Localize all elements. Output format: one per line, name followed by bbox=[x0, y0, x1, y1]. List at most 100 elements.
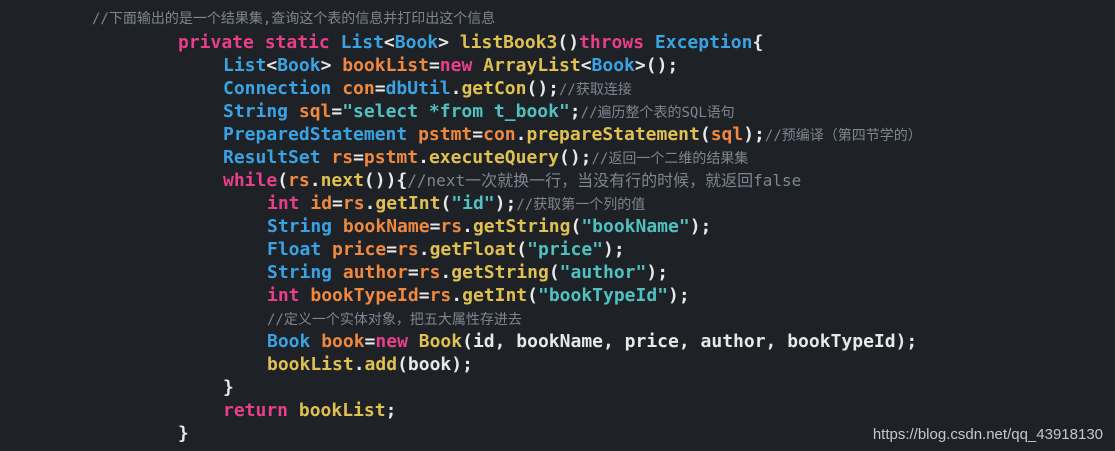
code-token-plain: = bbox=[364, 331, 376, 352]
code-token-type: List bbox=[223, 55, 267, 76]
code-token-plain: ); bbox=[668, 285, 690, 306]
code-token-method: Book bbox=[418, 331, 463, 352]
code-line: int id=rs.getInt("id");//获取第一个列的值 bbox=[267, 192, 645, 215]
code-token-comment: //返回一个二维的结果集 bbox=[591, 151, 749, 167]
code-token-method: next bbox=[320, 170, 364, 191]
code-token-plain: } bbox=[223, 377, 234, 398]
code-token-type: Float bbox=[267, 239, 333, 260]
code-token-type: Book bbox=[267, 331, 322, 352]
watermark-url: https://blog.csdn.net/qq_43918130 bbox=[872, 426, 1103, 443]
code-token-type: Book bbox=[591, 55, 635, 76]
code-token-type: Book bbox=[277, 55, 321, 76]
code-token-keyword: throws bbox=[579, 32, 655, 53]
code-token-plain: ( bbox=[570, 216, 582, 237]
code-line: String author=rs.getString("author"); bbox=[267, 261, 668, 284]
code-line: ResultSet rs=pstmt.executeQuery();//返回一个… bbox=[223, 146, 748, 169]
code-token-plain: { bbox=[752, 32, 764, 53]
code-token-method: listBook3 bbox=[459, 32, 558, 53]
code-token-type: List bbox=[340, 32, 384, 53]
code-token-plain: > bbox=[438, 32, 460, 53]
code-line: //下面输出的是一个结果集,查询这个表的信息并打印出这个信息 bbox=[92, 8, 495, 31]
code-token-plain: = bbox=[472, 124, 484, 145]
code-token-variable: author bbox=[342, 262, 408, 283]
code-token-variable: sql bbox=[298, 101, 332, 122]
code-token-plain: = bbox=[386, 239, 398, 260]
code-token-plain: ( bbox=[516, 239, 528, 260]
code-token-string: "bookTypeId" bbox=[537, 285, 669, 306]
code-token-comment: //获取连接 bbox=[559, 82, 632, 98]
code-token-string: "select *from t_book" bbox=[342, 101, 570, 122]
code-token-variable: con bbox=[342, 78, 375, 99]
code-editor: //下面输出的是一个结果集,查询这个表的信息并打印出这个信息 private st… bbox=[0, 0, 1115, 451]
code-line: } bbox=[223, 376, 234, 399]
code-token-variable: rs bbox=[418, 262, 441, 283]
code-token-variable: rs bbox=[440, 216, 463, 237]
code-token-plain: ); bbox=[689, 216, 712, 237]
code-token-commentlong: //next一次就换一行，当没有行的时候，就返回false bbox=[407, 171, 802, 190]
code-token-string: "bookName" bbox=[581, 216, 690, 237]
code-token-plain: = bbox=[374, 78, 386, 99]
code-token-plain: . bbox=[451, 285, 463, 306]
code-token-variable: bookTypeId bbox=[310, 285, 419, 306]
code-token-plain: . bbox=[418, 147, 429, 168]
code-token-method: getInt bbox=[462, 285, 528, 306]
code-token-plain: > bbox=[320, 55, 343, 76]
code-token-type: Connection bbox=[223, 78, 343, 99]
code-token-variable: bookName bbox=[342, 216, 430, 237]
code-line: Float price=rs.getFloat("price"); bbox=[267, 238, 625, 261]
code-token-type: String bbox=[223, 101, 299, 122]
code-token-plain: ); bbox=[743, 124, 765, 145]
code-token-plain: . bbox=[440, 262, 452, 283]
code-token-plain: (book); bbox=[397, 354, 473, 375]
code-line: } bbox=[178, 422, 189, 445]
code-token-type: Book bbox=[394, 32, 439, 53]
code-token-comment: //下面输出的是一个结果集,查询这个表的信息并打印出这个信息 bbox=[92, 11, 496, 27]
code-token-method: bookList bbox=[298, 400, 386, 421]
code-token-string: "id" bbox=[451, 193, 495, 214]
code-token-plain: ( bbox=[277, 170, 289, 191]
code-line: PreparedStatement pstmt=con.prepareState… bbox=[223, 123, 922, 146]
code-token-variable: bookList bbox=[342, 55, 429, 76]
code-token-method: bookList bbox=[267, 354, 354, 375]
code-token-plain: >(); bbox=[634, 55, 679, 76]
code-token-comment: //定义一个实体对象，把五大属性存进去 bbox=[267, 312, 522, 328]
code-token-plain: ( bbox=[527, 285, 538, 306]
code-token-variable: id bbox=[310, 193, 333, 214]
code-line: //定义一个实体对象，把五大属性存进去 bbox=[267, 307, 522, 330]
code-line: bookList.add(book); bbox=[267, 353, 473, 376]
code-token-string: "price" bbox=[527, 239, 603, 260]
code-token-variable: rs bbox=[288, 170, 310, 191]
code-token-string: "author" bbox=[559, 262, 647, 283]
code-token-plain: < bbox=[580, 55, 592, 76]
code-line: return bookList; bbox=[223, 399, 396, 422]
code-token-variable: pstmt bbox=[418, 124, 473, 145]
code-token-plain: . bbox=[418, 239, 430, 260]
code-token-method: getFloat bbox=[429, 239, 517, 260]
code-token-method: executeQuery bbox=[428, 147, 559, 168]
code-token-plain: < bbox=[383, 32, 395, 53]
code-token-plain: . bbox=[364, 193, 376, 214]
code-token-keyword: new bbox=[375, 331, 419, 352]
code-token-plain: . bbox=[309, 170, 321, 191]
code-token-keyword: private static bbox=[178, 32, 341, 53]
code-token-variable: pstmt bbox=[363, 147, 419, 168]
code-token-plain: ); bbox=[603, 239, 625, 260]
code-token-method: prepareStatement bbox=[526, 124, 700, 145]
code-token-plain: ); bbox=[646, 262, 669, 283]
code-token-variable: rs bbox=[342, 193, 365, 214]
code-token-plain: ( bbox=[699, 124, 711, 145]
code-token-method: getString bbox=[472, 216, 571, 237]
code-token-method: getInt bbox=[375, 193, 441, 214]
code-token-type: String bbox=[267, 262, 343, 283]
code-token-plain: ; bbox=[385, 400, 397, 421]
code-token-plain: = bbox=[429, 216, 441, 237]
code-token-method: getCon bbox=[461, 78, 527, 99]
code-token-plain: ()){ bbox=[363, 170, 408, 191]
code-line: Connection con=dbUtil.getCon();//获取连接 bbox=[223, 77, 632, 100]
code-token-plain: (); bbox=[558, 147, 592, 168]
code-token-method: add bbox=[364, 354, 398, 375]
code-token-type: String bbox=[267, 216, 343, 237]
code-token-comment: //获取第一个列的值 bbox=[516, 197, 646, 213]
code-token-plain: ); bbox=[494, 193, 517, 214]
code-token-plain: ( bbox=[548, 262, 560, 283]
